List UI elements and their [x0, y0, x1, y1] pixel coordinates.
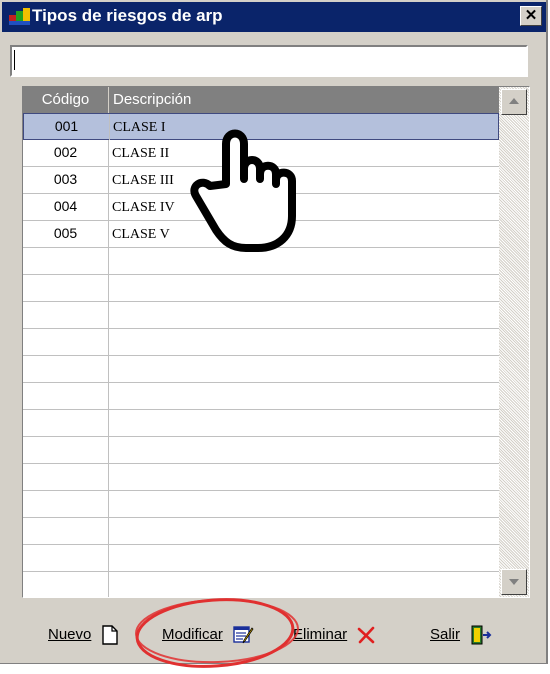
codigo-cell: 004: [23, 194, 109, 220]
empty-table-row[interactable]: [23, 491, 499, 518]
descripcion-cell: CLASE IV: [112, 200, 175, 215]
descripcion-cell: CLASE V: [112, 227, 170, 242]
grid-body: 001 CLASE I 002 CLASE II 003 CLASE III 004 CLAS…: [23, 113, 499, 597]
exit-button-label: Salir: [430, 626, 461, 643]
empty-table-row[interactable]: [23, 572, 499, 597]
column-header-descripcion[interactable]: Descripción: [109, 87, 499, 113]
descripcion-cell: CLASE III: [112, 173, 174, 188]
modify-button[interactable]: Modificar: [162, 622, 255, 648]
table-row[interactable]: 002 CLASE II: [23, 140, 499, 167]
empty-cell: [23, 464, 109, 490]
empty-table-row[interactable]: [23, 275, 499, 302]
empty-cell: [23, 383, 109, 409]
text-caret: [14, 50, 15, 70]
table-row[interactable]: 005 CLASE V: [23, 221, 499, 248]
table-row[interactable]: 001 CLASE I: [23, 113, 499, 140]
delete-button[interactable]: Eliminar: [293, 622, 375, 648]
new-button[interactable]: Nuevo: [48, 622, 118, 648]
column-header-codigo[interactable]: Código: [23, 87, 109, 113]
vertical-scrollbar[interactable]: [499, 87, 529, 597]
arp-risk-types-window: Tipos de riesgos de arp ✕ Código Descrip…: [0, 0, 548, 664]
empty-cell: [23, 329, 109, 355]
app-icon: [9, 8, 30, 25]
empty-cell: [23, 275, 109, 301]
empty-cell: [23, 545, 109, 571]
empty-cell: [23, 518, 109, 544]
new-button-label: Nuevo: [48, 626, 92, 643]
table-row[interactable]: 003 CLASE III: [23, 167, 499, 194]
title-bar[interactable]: Tipos de riesgos de arp ✕: [2, 2, 546, 32]
empty-cell: [23, 410, 109, 436]
risk-types-grid[interactable]: Código Descripción 001 CLASE I 002 CLASE II…: [22, 86, 530, 598]
empty-table-row[interactable]: [23, 437, 499, 464]
arrow-up-icon: [509, 98, 519, 104]
exit-button[interactable]: Salir: [430, 622, 492, 648]
empty-table-row[interactable]: [23, 518, 499, 545]
codigo-cell: 005: [23, 221, 109, 247]
empty-cell: [23, 491, 109, 517]
empty-table-row[interactable]: [23, 356, 499, 383]
descripcion-cell: CLASE II: [112, 146, 170, 161]
empty-cell: [23, 437, 109, 463]
empty-cell: [23, 248, 109, 274]
empty-table-row[interactable]: [23, 302, 499, 329]
empty-table-row[interactable]: [23, 464, 499, 491]
edit-icon: [233, 626, 254, 644]
descripcion-cell: CLASE I: [113, 120, 166, 135]
action-toolbar: Nuevo Modificar Eliminar Salir: [0, 612, 548, 656]
empty-cell: [23, 356, 109, 382]
codigo-cell: 003: [23, 167, 109, 193]
empty-table-row[interactable]: [23, 545, 499, 572]
window-title: Tipos de riesgos de arp: [32, 6, 223, 25]
arrow-down-icon: [509, 579, 519, 585]
scroll-up-button[interactable]: [501, 89, 527, 115]
codigo-cell: 002: [23, 140, 109, 166]
delete-button-label: Eliminar: [293, 626, 348, 643]
delete-x-icon: [358, 626, 375, 644]
empty-cell: [23, 302, 109, 328]
empty-cell: [23, 572, 109, 597]
modify-button-label: Modificar: [162, 626, 223, 643]
empty-table-row[interactable]: [23, 329, 499, 356]
empty-table-row[interactable]: [23, 383, 499, 410]
codigo-cell: 001: [24, 114, 110, 140]
scroll-down-button[interactable]: [501, 569, 527, 595]
exit-door-icon: [471, 625, 492, 645]
table-row[interactable]: 004 CLASE IV: [23, 194, 499, 221]
empty-table-row[interactable]: [23, 248, 499, 275]
close-button[interactable]: ✕: [520, 6, 542, 26]
search-input[interactable]: [10, 45, 528, 77]
new-document-icon: [101, 625, 118, 645]
grid-header: Código Descripción: [23, 87, 499, 113]
empty-table-row[interactable]: [23, 410, 499, 437]
